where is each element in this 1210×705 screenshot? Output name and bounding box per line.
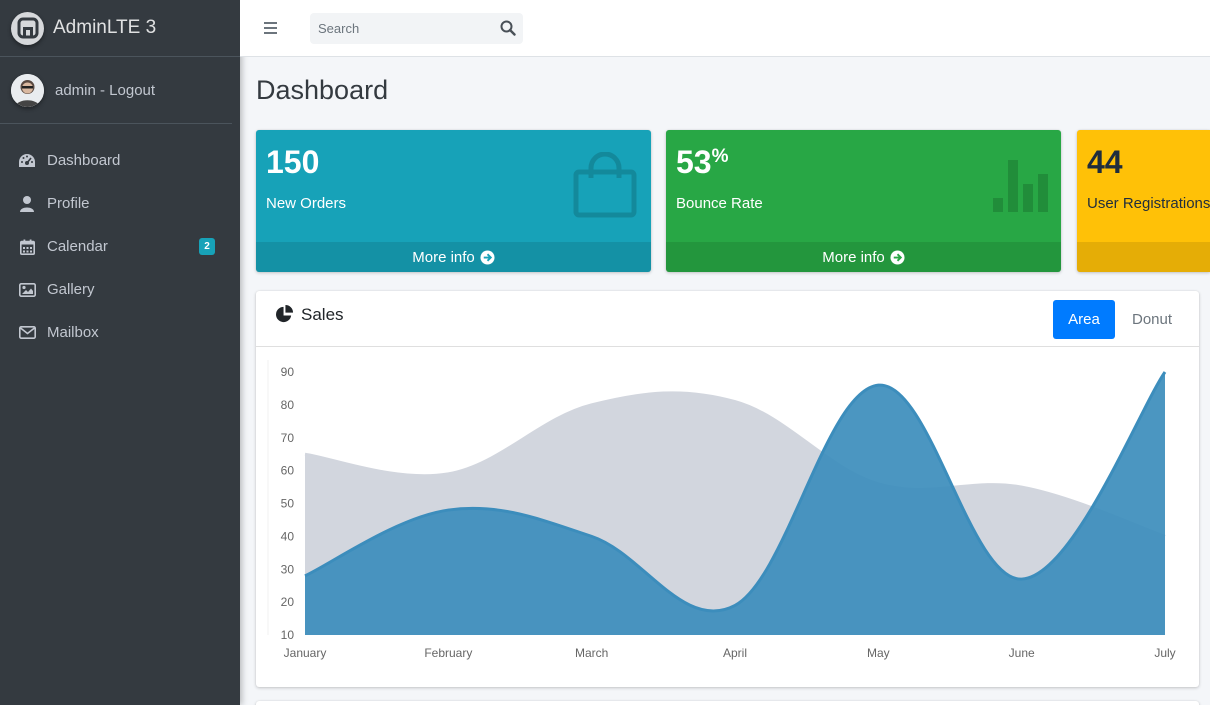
- x-tick-label: January: [284, 646, 327, 660]
- y-tick-label: 10: [281, 628, 295, 642]
- sidebar-nav: Dashboard Profile Calendar 2 Gallery Mai…: [0, 139, 240, 354]
- bar-chart-icon: [993, 160, 1049, 217]
- avatar: [11, 73, 44, 107]
- sidebar-item-dashboard[interactable]: Dashboard: [8, 139, 232, 182]
- menu-toggle-icon[interactable]: [263, 20, 279, 36]
- sales-area-chart: 90 80 70 60 50 40 30 20 10 January February March Ap…: [267, 360, 1176, 660]
- user-panel: admin - Logout: [0, 57, 232, 124]
- card-title: Sales: [301, 305, 344, 324]
- page-title: Dashboard: [256, 75, 389, 105]
- sidebar-item-mailbox[interactable]: Mailbox: [8, 311, 232, 354]
- sidebar-item-label: Profile: [47, 195, 90, 212]
- tab-donut[interactable]: Donut: [1121, 300, 1183, 339]
- calendar-badge: 2: [199, 238, 215, 255]
- stat-value: 53%: [676, 144, 729, 180]
- calendar-icon: [18, 238, 36, 256]
- y-tick-label: 60: [281, 464, 295, 478]
- y-tick-label: 20: [281, 595, 295, 609]
- arrow-circle-right-icon: [480, 249, 495, 265]
- tab-area[interactable]: Area: [1053, 300, 1115, 339]
- x-tick-label: March: [575, 646, 608, 660]
- search-input[interactable]: [310, 21, 490, 36]
- envelope-icon: [18, 324, 36, 342]
- y-tick-label: 30: [281, 562, 295, 576]
- shopping-bag-icon: [573, 151, 637, 223]
- brand-link[interactable]: AdminLTE 3: [0, 0, 240, 57]
- y-tick-label: 40: [281, 529, 295, 543]
- stat-box-user-registrations: 44 User Registrations: [1077, 130, 1210, 272]
- stat-value: 150: [266, 144, 320, 180]
- sales-card: Sales Area Donut 90 80 70 60 50 40 30 20 10 Janua…: [256, 291, 1199, 687]
- next-card: [256, 701, 1199, 705]
- brand-name: AdminLTE 3: [53, 17, 157, 38]
- x-tick-label: February: [424, 646, 472, 660]
- brand-logo-icon: [11, 11, 44, 45]
- sidebar-item-gallery[interactable]: Gallery: [8, 268, 232, 311]
- y-tick-label: 90: [281, 365, 295, 379]
- stat-box-bounce-rate: 53% Bounce Rate More info: [666, 130, 1061, 272]
- sidebar-item-profile[interactable]: Profile: [8, 182, 232, 225]
- y-tick-label: 50: [281, 497, 295, 511]
- more-info-link[interactable]: More info: [666, 242, 1061, 272]
- y-tick-label: 70: [281, 431, 295, 445]
- card-header: Sales Area Donut: [256, 291, 1199, 347]
- x-tick-label: May: [867, 646, 890, 660]
- tachometer-icon: [18, 152, 36, 170]
- sidebar-item-calendar[interactable]: Calendar 2: [8, 225, 232, 268]
- stat-box-new-orders: 150 New Orders More info: [256, 130, 651, 272]
- sidebar-item-label: Gallery: [47, 281, 95, 298]
- top-navbar: [240, 0, 1210, 57]
- x-tick-label: June: [1009, 646, 1035, 660]
- search-icon[interactable]: [500, 20, 516, 36]
- sidebar-item-label: Mailbox: [47, 324, 99, 341]
- more-info-link[interactable]: More info: [256, 242, 651, 272]
- sidebar-item-label: Calendar: [47, 238, 108, 255]
- logout-link[interactable]: admin - Logout: [55, 82, 155, 99]
- arrow-circle-right-icon: [890, 249, 905, 265]
- stat-label: Bounce Rate: [676, 195, 763, 212]
- y-tick-label: 80: [281, 398, 295, 412]
- navbar-search: [310, 13, 523, 44]
- stat-label: User Registrations: [1087, 195, 1210, 212]
- x-tick-label: April: [723, 646, 747, 660]
- image-icon: [18, 281, 36, 299]
- stat-value: 44: [1087, 144, 1123, 180]
- more-info-link[interactable]: [1077, 242, 1210, 272]
- stat-label: New Orders: [266, 195, 347, 212]
- main-sidebar: AdminLTE 3 admin - Logout Dashboard Prof…: [0, 0, 240, 705]
- sidebar-item-label: Dashboard: [47, 152, 121, 169]
- x-tick-label: July: [1154, 646, 1175, 660]
- chart-pie-icon: [276, 305, 294, 323]
- user-icon: [18, 195, 36, 213]
